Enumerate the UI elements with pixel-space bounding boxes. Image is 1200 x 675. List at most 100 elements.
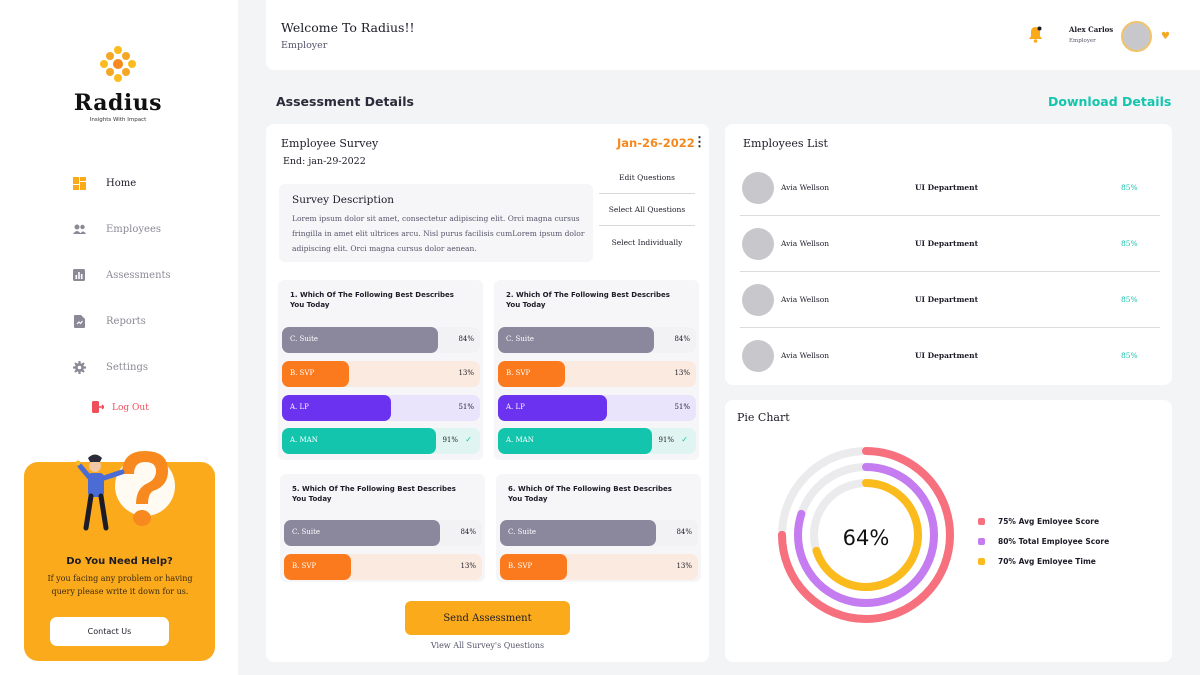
check-icon: ✓ <box>681 435 688 444</box>
answer-option[interactable]: B. SVP 13% <box>498 361 696 387</box>
employee-department: UI Department <box>915 239 979 248</box>
employee-department: UI Department <box>915 295 979 304</box>
avatar <box>742 228 774 260</box>
bell-icon[interactable] <box>1028 26 1043 47</box>
answer-label: C. Suite <box>508 528 537 536</box>
more-options-icon[interactable]: ⋮ <box>693 136 706 149</box>
answer-label: C. Suite <box>506 335 535 343</box>
list-item[interactable]: Avia Wellson UI Department 85% <box>740 272 1160 328</box>
answer-percent: 13% <box>460 562 476 570</box>
answer-label: A. LP <box>506 403 525 411</box>
brand-tagline: Insights With Impact <box>89 117 147 123</box>
answer-option[interactable]: C. Suite 84% <box>282 327 480 353</box>
list-item[interactable]: Avia Wellson UI Department 85% <box>740 160 1160 216</box>
sidebar-item-home[interactable]: Home <box>72 160 171 206</box>
survey-panel: Employee Survey End: jan-29-2022 Jan-26-… <box>266 124 709 662</box>
chart-center-value: 64% <box>842 526 890 550</box>
answer-option[interactable]: C. Suite 84% <box>500 520 698 546</box>
chevron-down-icon[interactable]: ♥ <box>1161 31 1170 42</box>
view-all-questions-link[interactable]: View All Survey's Questions <box>266 641 709 650</box>
answer-label: A. MAN <box>290 436 318 444</box>
sidebar-item-label: Home <box>106 177 137 189</box>
employee-name: Avia Wellson <box>781 295 830 304</box>
answer-option[interactable]: A. LP 51% <box>282 395 480 421</box>
pie-chart-panel: Pie Chart 64% 75% Avg Emloyee Score 80% … <box>725 400 1172 662</box>
sidebar-item-employees[interactable]: Employees <box>72 206 171 252</box>
legend-label: 80% Total Employee Score <box>998 536 1110 546</box>
page-title: Assessment Details <box>276 94 414 109</box>
answer-option[interactable]: A. MAN 91% ✓ <box>282 428 480 454</box>
legend-label: 70% Avg Emloyee Time <box>998 556 1096 566</box>
help-text: If you facing any problem or having quer… <box>47 574 193 596</box>
answer-label: C. Suite <box>292 528 321 536</box>
answer-percent: 84% <box>676 528 692 536</box>
options-menu: Edit Questions Select All Questions Sele… <box>599 162 695 258</box>
answer-option[interactable]: C. Suite 84% <box>284 520 482 546</box>
sidebar-item-label: Reports <box>106 315 146 327</box>
legend-item: 80% Total Employee Score <box>978 531 1109 551</box>
answer-option[interactable]: C. Suite 84% <box>498 327 696 353</box>
answer-option[interactable]: B. SVP 13% <box>500 554 698 580</box>
logout-icon <box>92 398 105 417</box>
send-assessment-button[interactable]: Send Assessment <box>405 601 570 635</box>
answer-percent: 91% <box>658 436 674 444</box>
question-title: 5. Which Of The Following Best Describes… <box>292 485 456 503</box>
survey-title: Employee Survey <box>281 137 379 150</box>
check-icon: ✓ <box>465 435 472 444</box>
answer-percent: 84% <box>458 335 474 343</box>
employee-score: 85% <box>1121 351 1138 360</box>
brand-name: Radius <box>73 90 163 116</box>
description-text: Lorem ipsum dolor sit amet, consectetur … <box>292 214 585 253</box>
answer-percent: 84% <box>674 335 690 343</box>
description-title: Survey Description <box>292 194 395 206</box>
sidebar-item-settings[interactable]: Settings <box>72 344 171 390</box>
answer-label: B. SVP <box>506 369 531 377</box>
employee-name: Avia Wellson <box>781 183 830 192</box>
employee-department: UI Department <box>915 351 979 360</box>
legend-swatch <box>978 517 985 525</box>
answer-label: B. SVP <box>292 562 317 570</box>
answer-option[interactable]: B. SVP 13% <box>284 554 482 580</box>
list-item[interactable]: Avia Wellson UI Department 85% <box>740 328 1160 384</box>
answer-option[interactable]: A. LP 51% <box>498 395 696 421</box>
contact-us-button[interactable]: Contact Us <box>50 617 169 646</box>
answer-percent: 13% <box>674 369 690 377</box>
sidebar-item-reports[interactable]: Reports <box>72 298 171 344</box>
sidebar-item-assessments[interactable]: Assessments <box>72 252 171 298</box>
bar-chart-icon <box>72 268 86 282</box>
employee-score: 85% <box>1121 295 1138 304</box>
header-role: Employer <box>281 40 328 51</box>
user-name: Alex Carlos <box>1069 25 1114 34</box>
user-role: Employer <box>1069 38 1096 44</box>
radius-logo-icon <box>100 46 136 82</box>
avatar <box>742 284 774 316</box>
answer-option[interactable]: A. MAN 91% ✓ <box>498 428 696 454</box>
sidebar-item-label: Assessments <box>106 269 171 281</box>
sidebar-nav: Home Employees Assessments Reports Setti… <box>72 160 171 390</box>
employee-score: 85% <box>1121 239 1138 248</box>
question-card: 2. Which Of The Following Best Describes… <box>494 280 699 460</box>
help-illustration-icon <box>75 451 175 531</box>
question-card: 1. Which Of The Following Best Describes… <box>278 280 483 460</box>
legend-label: 75% Avg Emloyee Score <box>998 516 1100 526</box>
answer-label: C. Suite <box>290 335 319 343</box>
list-item[interactable]: Avia Wellson UI Department 85% <box>740 216 1160 272</box>
survey-date: Jan-26-2022 <box>617 136 695 150</box>
menu-item-edit-questions[interactable]: Edit Questions <box>599 162 695 194</box>
avatar[interactable] <box>1121 21 1152 52</box>
question-title: 2. Which Of The Following Best Describes… <box>506 291 670 309</box>
dashboard-icon <box>72 176 86 190</box>
answer-option[interactable]: B. SVP 13% <box>282 361 480 387</box>
menu-item-select-all[interactable]: Select All Questions <box>599 194 695 226</box>
legend-swatch <box>978 537 985 545</box>
download-details-link[interactable]: Download Details <box>1048 94 1171 109</box>
question-title: 6. Which Of The Following Best Describes… <box>508 485 672 503</box>
answer-label: B. SVP <box>508 562 533 570</box>
answer-label: B. SVP <box>290 369 315 377</box>
employees-panel: Employees List Avia Wellson UI Departmen… <box>725 124 1172 385</box>
menu-item-select-individually[interactable]: Select Individually <box>599 226 695 258</box>
answer-percent: 51% <box>674 403 690 411</box>
employee-name: Avia Wellson <box>781 239 830 248</box>
logout-button[interactable]: Log Out <box>92 398 149 417</box>
logo[interactable]: Radius Insights With Impact <box>70 44 166 123</box>
